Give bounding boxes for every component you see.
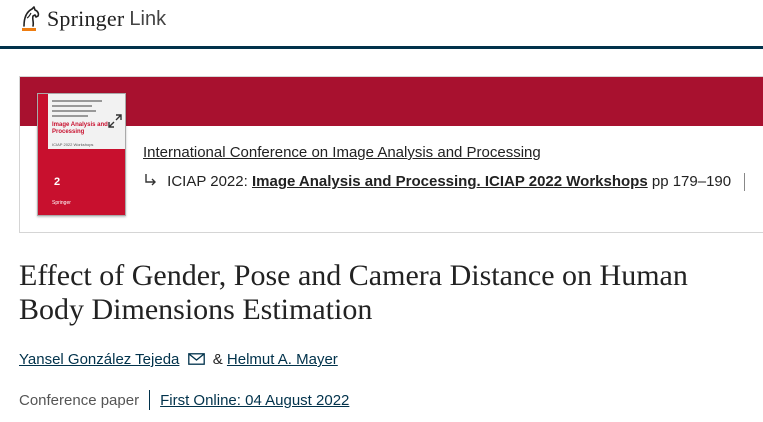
brand-link: Link: [129, 7, 167, 30]
book-series-line: ICIAP 2022: Image Analysis and Processin…: [143, 173, 746, 192]
cover-publisher: Springer: [52, 200, 71, 206]
springer-link-logo[interactable]: Springer Link: [20, 4, 166, 34]
conference-panel: Image Analysis and Processing ICIAP 2022…: [19, 76, 763, 233]
brand-springer: Springer: [47, 6, 125, 31]
springer-horse-icon: [22, 6, 40, 31]
cover-volume: 2: [54, 176, 61, 188]
page-range: pp 179–190: [651, 173, 732, 190]
cover-editor-lines: [52, 100, 102, 120]
conference-link[interactable]: International Conference on Image Analys…: [143, 144, 541, 161]
book-cover[interactable]: Image Analysis and Processing ICIAP 2022…: [37, 93, 126, 216]
expand-icon[interactable]: [108, 114, 122, 128]
author-link-2[interactable]: Helmut A. Mayer: [227, 351, 338, 368]
series-divider: [744, 173, 746, 192]
article-meta: Conference paper First Online: 04 August…: [19, 390, 349, 410]
book-title-link[interactable]: Image Analysis and Processing. ICIAP 202…: [252, 173, 648, 190]
series-prefix: ICIAP 2022:: [167, 173, 248, 190]
email-icon[interactable]: [187, 353, 205, 365]
cover-strip: [38, 94, 48, 215]
content-type: Conference paper: [19, 391, 140, 409]
article-title: Effect of Gender, Pose and Camera Distan…: [19, 259, 688, 326]
first-online-link[interactable]: First Online: 04 August 2022: [160, 392, 349, 409]
author-separator: &: [212, 351, 223, 368]
meta-divider: [149, 390, 151, 410]
header-divider: [0, 46, 763, 49]
conference-band: [20, 77, 763, 126]
return-arrow-icon: [145, 174, 156, 186]
author-list: Yansel González Tejeda & Helmut A. Mayer: [19, 351, 338, 368]
cover-subtitle: ICIAP 2022 Workshops: [52, 142, 94, 147]
author-link-1[interactable]: Yansel González Tejeda: [19, 351, 179, 368]
site-header: Springer Link: [0, 0, 763, 46]
